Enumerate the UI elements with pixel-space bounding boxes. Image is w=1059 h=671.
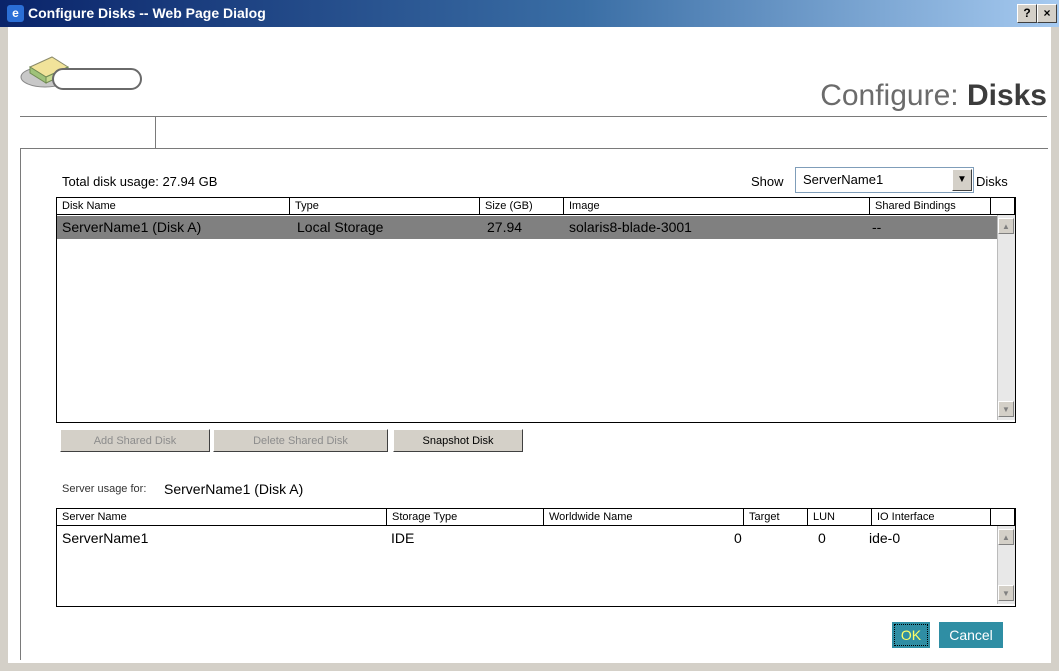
target-cell: 0 xyxy=(734,530,742,546)
disk-name-cell: ServerName1 (Disk A) xyxy=(62,219,202,235)
io-interface-cell: ide-0 xyxy=(869,530,901,546)
add-shared-disk-button[interactable]: Add Shared Disk xyxy=(60,429,210,452)
scroll-up-icon[interactable]: ▲ xyxy=(998,218,1014,234)
window-title: Configure Disks -- Web Page Dialog xyxy=(28,5,266,21)
ie-icon: e xyxy=(7,5,24,22)
storage-type-cell: IDE xyxy=(391,530,415,546)
show-label: Show xyxy=(751,174,784,189)
scroll-up-icon[interactable]: ▲ xyxy=(998,529,1014,545)
disk-table: Disk Name Type Size (GB) Image Shared Bi… xyxy=(56,197,1016,423)
lun-cell: 0 xyxy=(818,530,826,546)
col-target[interactable]: Target xyxy=(744,509,808,526)
server-table-scrollbar[interactable]: ▲ ▼ xyxy=(997,526,1015,604)
col-size[interactable]: Size (GB) xyxy=(480,198,564,215)
col-storage-type[interactable]: Storage Type xyxy=(387,509,544,526)
page-title-bold: Disks xyxy=(966,79,1047,112)
disk-table-scrollbar[interactable]: ▲ ▼ xyxy=(997,215,1015,420)
disk-bindings-cell: -- xyxy=(872,219,882,235)
total-disk-usage: Total disk usage: 27.94 GB xyxy=(62,174,218,189)
ok-button[interactable]: OK xyxy=(892,622,930,648)
col-type[interactable]: Type xyxy=(290,198,480,215)
close-button[interactable]: × xyxy=(1037,4,1057,23)
col-io-interface[interactable]: IO Interface xyxy=(872,509,991,526)
snapshot-disk-button[interactable]: Snapshot Disk xyxy=(393,429,523,452)
help-button[interactable]: ? xyxy=(1017,4,1037,23)
col-disk-name[interactable]: Disk Name xyxy=(57,198,290,215)
disk-size-cell: 27.94 xyxy=(487,219,523,235)
col-scroll-spacer xyxy=(991,198,1015,215)
server-select[interactable]: ServerName1 ▼ xyxy=(795,167,974,193)
cancel-button[interactable]: Cancel xyxy=(939,622,1003,648)
scroll-down-icon[interactable]: ▼ xyxy=(998,401,1014,417)
col-server-name[interactable]: Server Name xyxy=(57,509,387,526)
header-pill xyxy=(52,68,142,90)
chevron-down-icon[interactable]: ▼ xyxy=(952,169,972,191)
col-scroll-spacer xyxy=(991,509,1015,526)
server-usage-label: Server usage for: xyxy=(62,483,147,495)
header-tab-edge xyxy=(155,116,156,149)
delete-shared-disk-button[interactable]: Delete Shared Disk xyxy=(213,429,388,452)
server-usage-table: Server Name Storage Type Worldwide Name … xyxy=(56,508,1016,607)
disks-label: Disks xyxy=(976,174,1008,189)
scroll-down-icon[interactable]: ▼ xyxy=(998,585,1014,601)
table-row[interactable]: ServerName1 (Disk A) Local Storage 27.94… xyxy=(57,216,997,239)
col-shared-bindings[interactable]: Shared Bindings xyxy=(870,198,991,215)
table-row[interactable]: ServerName1 IDE 0 0 ide-0 xyxy=(57,527,997,549)
col-image[interactable]: Image xyxy=(564,198,870,215)
server-name-cell: ServerName1 xyxy=(62,530,149,546)
disk-image-cell: solaris8-blade-3001 xyxy=(569,219,692,235)
header-divider xyxy=(20,116,1047,117)
page-title: Configure: Disks xyxy=(820,79,1047,112)
col-lun[interactable]: LUN xyxy=(808,509,872,526)
col-worldwide-name[interactable]: Worldwide Name xyxy=(544,509,744,526)
server-usage-target: ServerName1 (Disk A) xyxy=(164,481,304,497)
window-titlebar[interactable]: e Configure Disks -- Web Page Dialog ? × xyxy=(0,0,1059,27)
server-select-value: ServerName1 xyxy=(803,172,884,187)
disk-type-cell: Local Storage xyxy=(297,219,384,235)
